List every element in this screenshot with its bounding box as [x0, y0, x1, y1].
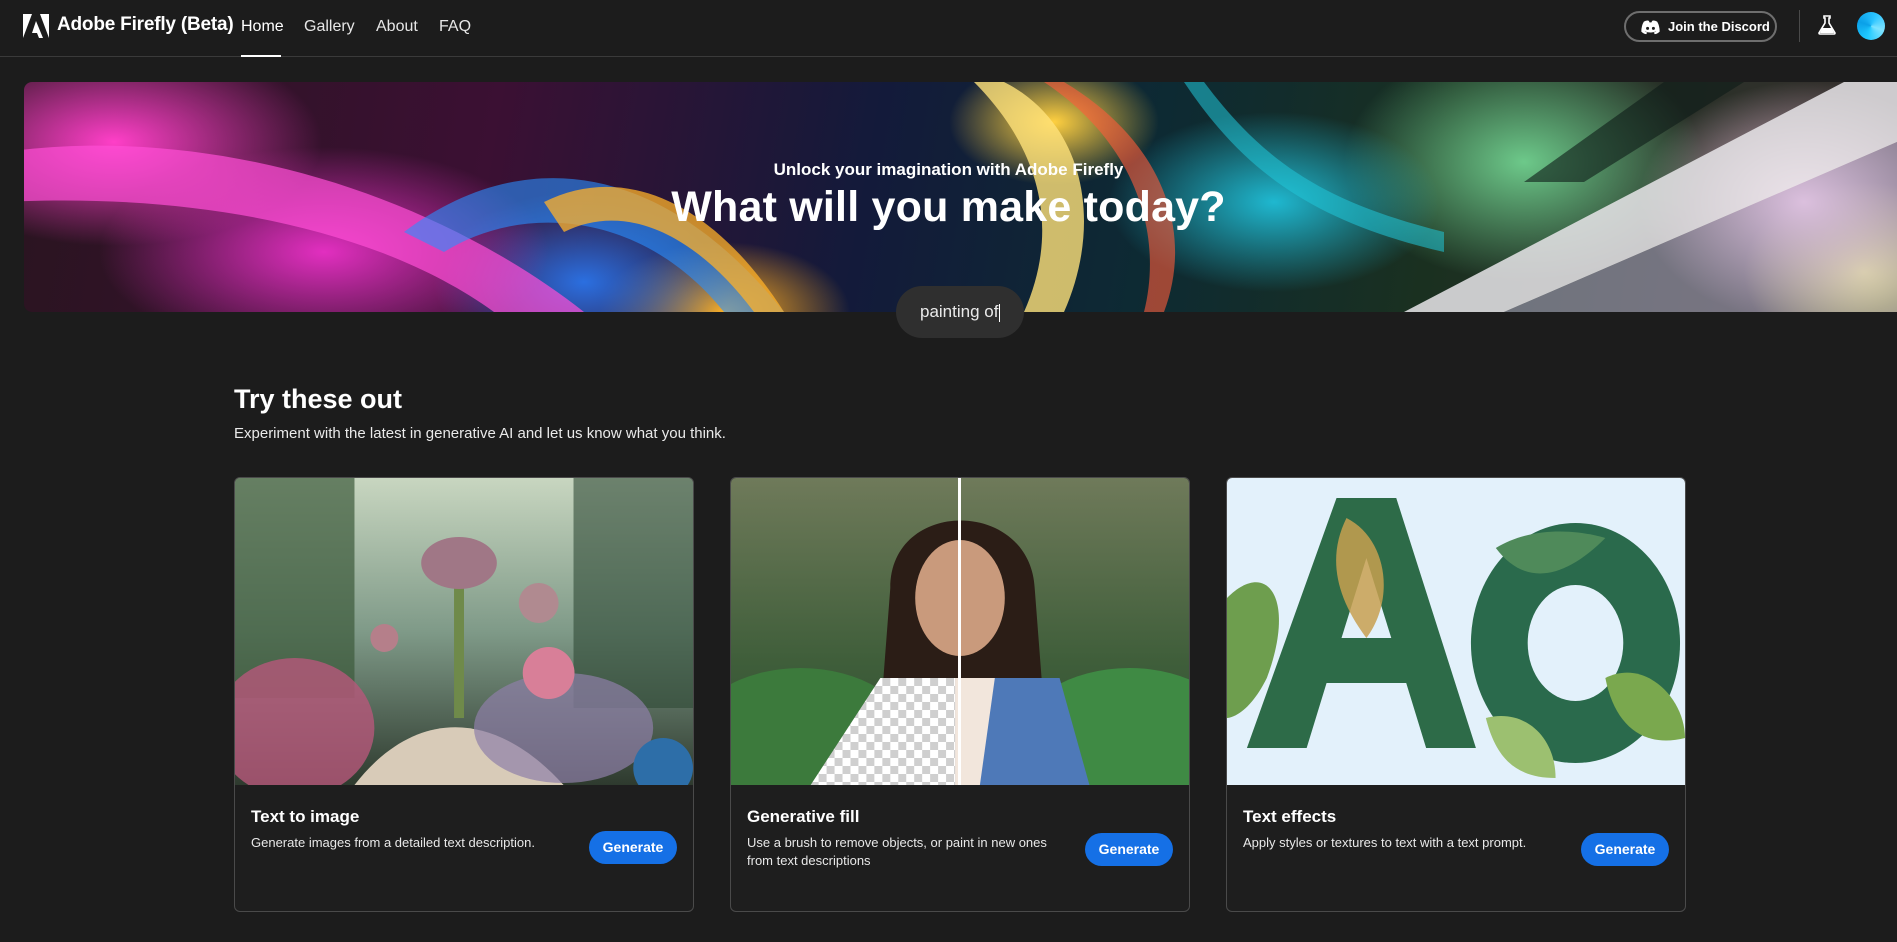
top-nav: Adobe Firefly (Beta) Home Gallery About …	[0, 0, 1897, 57]
section-description: Experiment with the latest in generative…	[234, 425, 726, 442]
card-title: Text to image	[251, 807, 360, 826]
hero-title: What will you make today?	[671, 183, 1226, 231]
nav-link-about[interactable]: About	[376, 18, 418, 36]
prompt-input[interactable]: painting of	[896, 286, 1024, 338]
active-tab-indicator	[241, 55, 281, 57]
brand-title[interactable]: Adobe Firefly (Beta)	[57, 14, 234, 36]
nav-link-gallery[interactable]: Gallery	[304, 18, 355, 36]
avatar[interactable]	[1857, 12, 1885, 40]
flask-icon[interactable]	[1818, 15, 1836, 35]
discord-icon	[1641, 20, 1660, 35]
generative-fill-thumbnail	[731, 478, 1189, 785]
hero-subtitle: Unlock your imagination with Adobe Firef…	[773, 160, 1124, 179]
nav-link-home[interactable]: Home	[241, 18, 284, 36]
card-description: Generate images from a detailed text des…	[251, 835, 535, 850]
generate-button[interactable]: Generate	[1085, 833, 1173, 866]
join-discord-button[interactable]: Join the Discord	[1624, 11, 1777, 42]
card-title: Generative fill	[747, 807, 860, 826]
text-effects-thumbnail	[1227, 478, 1685, 785]
nav-link-faq[interactable]: FAQ	[439, 18, 471, 36]
text-to-image-thumbnail	[235, 478, 693, 785]
text-caret	[999, 303, 1001, 322]
card-description: Use a brush to remove objects, or paint …	[747, 835, 1047, 868]
discord-label: Join the Discord	[1668, 19, 1770, 34]
card-generative-fill[interactable]: Generative fill Use a brush to remove ob…	[730, 477, 1190, 912]
adobe-logo-icon[interactable]	[23, 14, 49, 38]
card-text-to-image[interactable]: Text to image Generate images from a det…	[234, 477, 694, 912]
card-title: Text effects	[1243, 807, 1337, 826]
generate-button[interactable]: Generate	[589, 831, 677, 864]
section-title: Try these out	[234, 384, 403, 414]
prompt-value: painting of	[920, 302, 999, 321]
card-description: Apply styles or textures to text with a …	[1243, 835, 1527, 850]
generate-button[interactable]: Generate	[1581, 833, 1669, 866]
card-text-effects[interactable]: Text effects Apply styles or textures to…	[1226, 477, 1686, 912]
nav-divider	[1799, 10, 1800, 42]
